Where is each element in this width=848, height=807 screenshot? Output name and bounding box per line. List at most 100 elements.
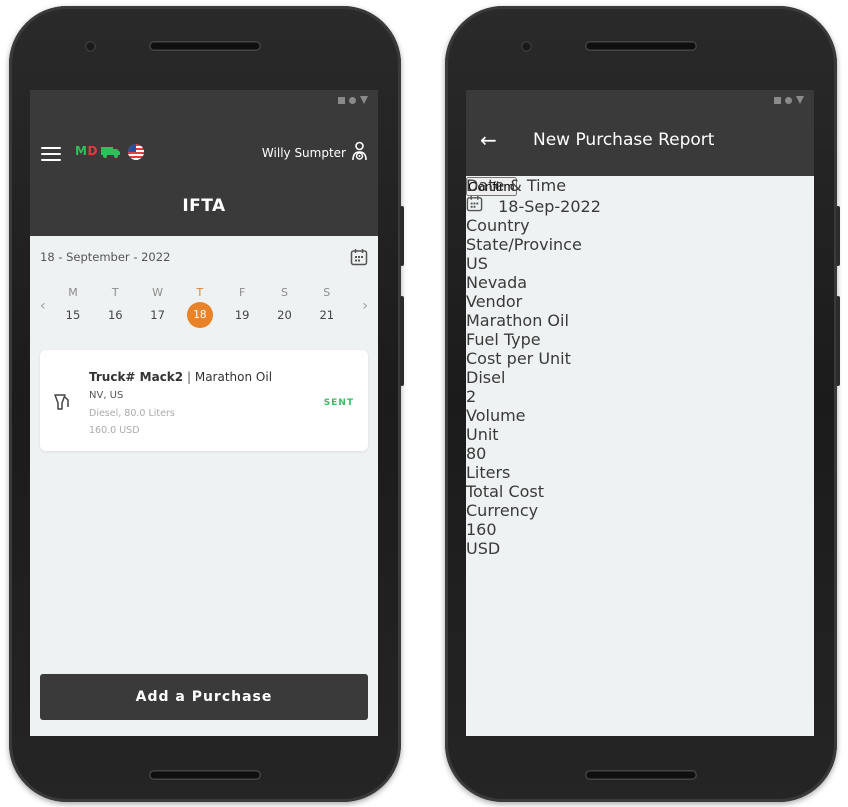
user-name[interactable]: Willy Sumpter [262, 146, 346, 160]
vendor-label: Vendor [466, 292, 523, 311]
app-bar: ← New Purchase Report [466, 110, 814, 176]
day-letter: F [239, 286, 246, 299]
camera [85, 41, 96, 52]
menu-icon[interactable] [41, 147, 61, 161]
status-bar [466, 90, 814, 110]
date-time-label: Date & Time [466, 176, 567, 195]
day-letter: W [152, 286, 164, 299]
back-arrow-icon[interactable]: ← [480, 128, 497, 152]
status-badge: SENT [323, 398, 354, 408]
day-20[interactable]: S 20 [271, 284, 299, 328]
day-18[interactable]: T 18 [186, 284, 214, 328]
wifi-icon [796, 96, 804, 104]
vendor-value: Marathon Oil [466, 311, 569, 330]
vendor-select[interactable]: Marathon Oil [466, 311, 792, 330]
week-strip: ‹ › M 15 T 16 W 17 T 18 F 19 S 20 S 21 [40, 284, 368, 334]
day-letter: S [323, 286, 331, 299]
camera [521, 41, 532, 52]
unit-value: Liters [466, 463, 511, 482]
purchase-title: Truck# Mack2 | Marathon Oil [89, 370, 273, 384]
user-icon[interactable] [351, 141, 368, 163]
day-number: 21 [319, 308, 335, 322]
calendar-icon[interactable] [350, 248, 368, 266]
purchase-form: Date & Time 18-Sep-2022 Country State/Pr… [466, 176, 814, 736]
day-number: 17 [150, 308, 165, 322]
speaker-bottom [585, 770, 697, 780]
day-letter: S [281, 286, 288, 299]
phone-right: ← New Purchase Report Date & Time 18-Sep… [445, 6, 840, 802]
country-label: Country [466, 216, 530, 235]
currency-select[interactable]: USD [466, 539, 620, 558]
prev-week-arrow[interactable]: ‹ [40, 298, 46, 314]
volume-button [836, 206, 840, 266]
fuel-pump-icon [54, 394, 69, 410]
battery-icon [349, 96, 356, 104]
state-value: Nevada [466, 273, 528, 292]
fuel-type-select[interactable]: Disel [466, 368, 622, 387]
total-cost-input[interactable]: 160 [466, 520, 622, 539]
purchase-report-screen: ← New Purchase Report Date & Time 18-Sep… [466, 90, 814, 736]
purchase-fuel: Diesel, 80.0 Liters [89, 408, 175, 419]
day-21[interactable]: S 21 [313, 284, 341, 328]
fuel-type-label: Fuel Type [466, 330, 541, 349]
add-purchase-button[interactable]: Add a Purchase [40, 674, 368, 720]
currency-label: Currency [466, 501, 539, 520]
day-19[interactable]: F 19 [228, 284, 256, 328]
day-number: 18 [186, 302, 213, 328]
day-number: 16 [107, 308, 123, 322]
volume-button [400, 206, 404, 266]
volume-value: 80 [466, 444, 487, 463]
calendar-icon [466, 195, 483, 212]
day-number: 20 [277, 308, 292, 322]
speaker-bottom [149, 770, 261, 780]
ifta-screen: MD Willy Sumpter IFTA 18 - September - 2… [30, 90, 378, 736]
cost-per-unit-input[interactable]: 2 [466, 387, 620, 406]
power-button [400, 296, 404, 386]
md-badge: MD [75, 144, 98, 158]
app-bar: MD Willy Sumpter IFTA [30, 110, 378, 236]
day-number: 15 [65, 308, 81, 322]
date-header: 18 - September - 2022 [40, 248, 368, 266]
day-letter: T [111, 286, 119, 299]
country-select[interactable]: US [466, 254, 622, 273]
day-17[interactable]: W 17 [144, 284, 172, 328]
day-16[interactable]: T 16 [101, 284, 129, 328]
status-bar [30, 90, 378, 110]
state-label: State/Province [466, 235, 582, 254]
state-select[interactable]: Nevada [466, 273, 620, 292]
unit-label: Unit [466, 425, 499, 444]
day-letter: T [196, 286, 204, 299]
speaker-top [585, 41, 697, 51]
phone-left: MD Willy Sumpter IFTA 18 - September - 2… [9, 6, 404, 802]
us-flag-icon [128, 144, 144, 160]
purchase-card[interactable]: Truck# Mack2 | Marathon Oil NV, US Diese… [40, 350, 368, 451]
signal-icon [774, 96, 781, 104]
page-title: New Purchase Report [533, 130, 715, 150]
day-number: 19 [234, 308, 250, 322]
day-letter: M [68, 286, 78, 299]
date-time-value: 18-Sep-2022 [498, 197, 601, 216]
fuel-type-value: Disel [466, 368, 506, 387]
purchase-location: NV, US [89, 390, 124, 401]
selected-date-label: 18 - September - 2022 [40, 250, 171, 264]
purchase-cost: 160.0 USD [89, 425, 140, 436]
volume-input[interactable]: 80 [466, 444, 622, 463]
page-title: IFTA [182, 196, 226, 216]
currency-value: USD [466, 539, 501, 558]
day-15[interactable]: M 15 [59, 284, 87, 328]
signal-icon [338, 96, 345, 104]
cost-per-unit-value: 2 [466, 387, 477, 406]
power-button [836, 296, 840, 386]
unit-select[interactable]: Liters [466, 463, 620, 482]
speaker-top [149, 41, 261, 51]
country-value: US [466, 254, 488, 273]
date-time-field[interactable]: 18-Sep-2022 [466, 195, 792, 216]
total-cost-label: Total Cost [466, 482, 545, 501]
total-cost-value: 160 [466, 520, 497, 539]
truck-icon [101, 147, 120, 158]
battery-icon [785, 96, 792, 104]
next-week-arrow[interactable]: › [362, 298, 368, 314]
cost-per-unit-label: Cost per Unit [466, 349, 571, 368]
wifi-icon [360, 96, 368, 104]
volume-label: Volume [466, 406, 526, 425]
